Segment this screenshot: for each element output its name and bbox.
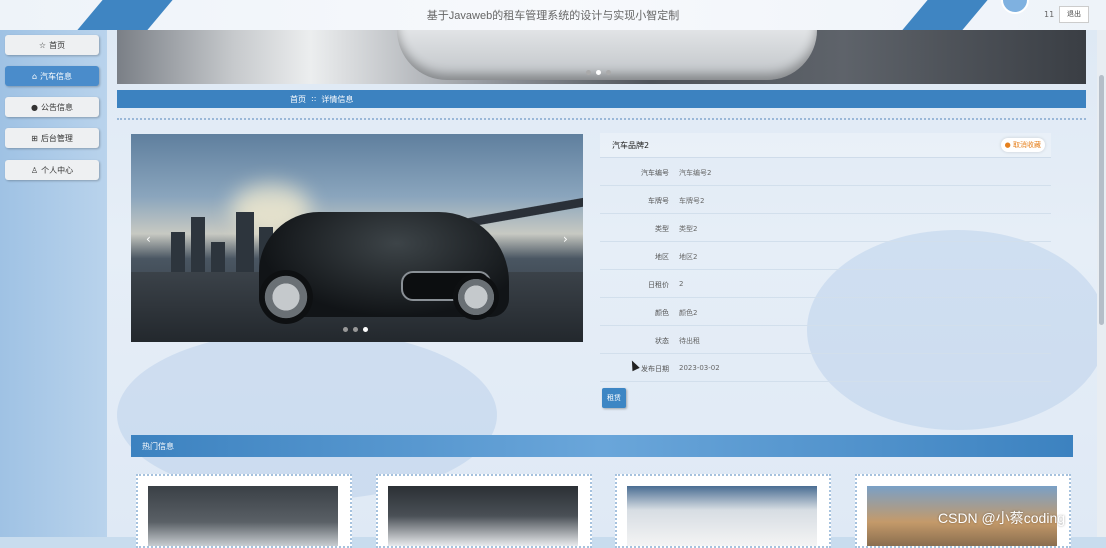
bell-icon: ● (31, 102, 38, 112)
info-row: 类型 类型2 (600, 215, 1051, 242)
sidebar-item-label: 后台管理 (40, 133, 73, 143)
sidebar-item-label: 首页 (49, 40, 66, 50)
info-row: 状态 待出租 (600, 327, 1051, 354)
sidebar-item-cars[interactable]: ⌂ 汽车信息 (5, 66, 99, 86)
gallery-car-wheel (259, 270, 313, 324)
hot-card-image (148, 486, 338, 546)
logout-button[interactable]: 退出 (1059, 6, 1089, 23)
home-icon: ⌂ (31, 71, 38, 81)
field-value: 待出租 (679, 337, 700, 345)
field-label: 车牌号 (648, 197, 669, 205)
rent-button[interactable]: 租赁 (602, 388, 626, 408)
info-row: 地区 地区2 (600, 243, 1051, 270)
banner-dot[interactable] (586, 70, 591, 75)
banner-dot[interactable] (596, 70, 601, 75)
watermark: CSDN @小蔡coding (938, 510, 1066, 526)
field-label: 发布日期 (641, 365, 669, 373)
sidebar-item-notices[interactable]: ● 公告信息 (5, 97, 99, 117)
hot-card-image (388, 486, 578, 546)
info-row: 颜色 颜色2 (600, 299, 1051, 326)
info-row: 车牌号 车牌号2 (600, 187, 1051, 214)
user-icon: ♙ (30, 165, 39, 175)
field-value: 车牌号2 (679, 197, 705, 205)
gallery-dot[interactable] (353, 327, 358, 332)
field-label: 日租价 (648, 281, 669, 289)
star-icon: ☆ (38, 40, 47, 50)
car-image-gallery[interactable]: ‹ › (131, 134, 583, 342)
scrollbar-thumb[interactable] (1099, 75, 1104, 325)
grid-icon: ⊞ (31, 133, 38, 143)
sidebar-item-label: 汽车信息 (40, 71, 73, 81)
gallery-dot[interactable] (363, 327, 368, 332)
breadcrumb-current: 详情信息 (321, 95, 354, 104)
sidebar-item-profile[interactable]: ♙ 个人中心 (5, 160, 99, 180)
hot-section-header: 热门信息 (131, 435, 1073, 457)
top-header: 基于Javaweb的租车管理系统的设计与实现小智定制 11 退出 (0, 0, 1106, 30)
info-row: 发布日期 2023-03-02 (600, 355, 1051, 382)
field-label: 汽车编号 (641, 169, 669, 177)
info-row: 汽车编号 汽车编号2 (600, 159, 1051, 186)
field-label: 颜色 (655, 309, 669, 317)
car-info-table: 汽车品牌2 ● 取消收藏 汽车编号 汽车编号2 车牌号 车牌号2 类型 类型2 地区地… (600, 133, 1051, 382)
field-label: 地区 (655, 253, 669, 261)
top-banner-carousel[interactable] (117, 30, 1086, 84)
field-value: 类型2 (679, 225, 698, 233)
field-value: 2 (679, 280, 684, 288)
info-row: 日租价 2 (600, 271, 1051, 298)
breadcrumb-separator: :: (311, 94, 317, 103)
unfavorite-button[interactable]: ● 取消收藏 (1000, 138, 1045, 152)
sidebar-item-home[interactable]: ☆ 首页 (5, 35, 99, 55)
gallery-indicators (343, 327, 368, 332)
gallery-building (191, 217, 205, 272)
breadcrumb-home[interactable]: 首页 (290, 94, 306, 105)
field-value: 2023-03-02 (679, 364, 720, 372)
field-label: 类型 (655, 225, 669, 233)
gallery-car-wheel (453, 274, 499, 320)
info-header: 汽车品牌2 ● 取消收藏 (600, 133, 1051, 158)
field-value: 颜色2 (679, 309, 698, 317)
field-value: 汽车编号2 (679, 169, 712, 177)
field-value: 地区2 (679, 253, 698, 261)
field-label: 状态 (655, 337, 669, 345)
sidebar-item-label: 公告信息 (40, 102, 73, 112)
breadcrumb: 首页 :: 详情信息 (117, 90, 1086, 108)
gallery-prev-arrow[interactable]: ‹ (146, 232, 151, 246)
hot-card-image (627, 486, 817, 546)
banner-dot[interactable] (606, 70, 611, 75)
gallery-building (171, 232, 185, 272)
car-brand: 汽车品牌2 (612, 140, 650, 150)
gallery-building (211, 242, 225, 272)
banner-indicators (586, 70, 611, 75)
site-title: 基于Javaweb的租车管理系统的设计与实现小智定制 (426, 10, 680, 22)
unfavorite-label: 取消收藏 (1013, 141, 1041, 149)
gallery-dot[interactable] (343, 327, 348, 332)
sidebar-item-admin[interactable]: ⊞ 后台管理 (5, 128, 99, 148)
sidebar-item-label: 个人中心 (41, 165, 74, 175)
gallery-next-arrow[interactable]: › (563, 232, 568, 246)
hot-section-title: 热门信息 (142, 442, 174, 451)
gallery-building (236, 212, 254, 272)
user-name: 11 (1044, 10, 1055, 19)
